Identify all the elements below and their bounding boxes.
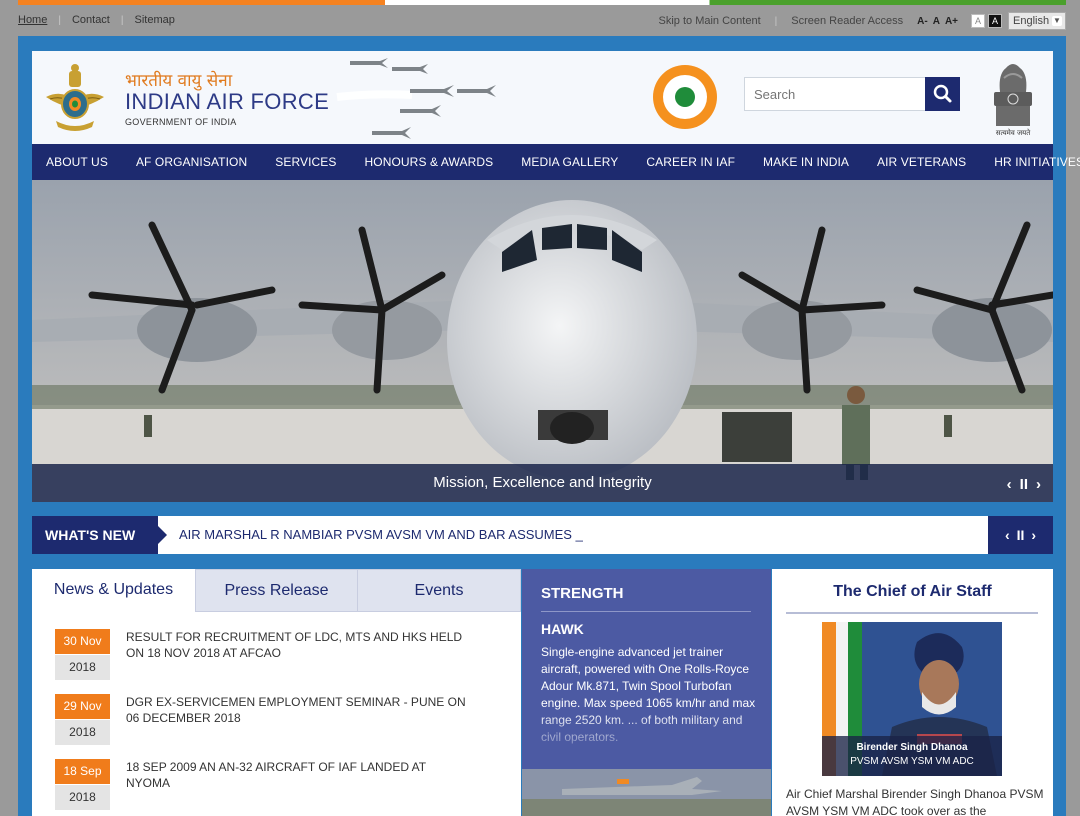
news-year: 2018 [55, 785, 110, 810]
nav-item-af-organisation[interactable]: AF ORGANISATION [122, 155, 261, 169]
chief-of-air-staff-panel: The Chief of Air Staff Birender Singh Dh… [772, 569, 1053, 816]
top-utility-bar: Home | Contact | Sitemap Skip to Main Co… [18, 10, 1066, 32]
hero-slider[interactable]: Mission, Excellence and Integrity ‹ II › [32, 180, 1053, 502]
contact-link[interactable]: Contact [72, 14, 110, 26]
main-nav: ABOUT US AF ORGANISATION SERVICES HONOUR… [32, 144, 1080, 180]
strength-panel: STRENGTH HAWK Single-engine advanced jet… [522, 569, 771, 816]
chevron-right-icon[interactable]: › [1036, 476, 1041, 493]
search-input[interactable] [744, 77, 926, 111]
skip-to-main-link[interactable]: Skip to Main Content [659, 15, 761, 27]
news-year: 2018 [55, 655, 110, 680]
screen-reader-link[interactable]: Screen Reader Access [791, 15, 903, 27]
tab-events[interactable]: Events [358, 569, 521, 612]
nav-item-services[interactable]: SERVICES [261, 155, 350, 169]
nav-item-career[interactable]: CAREER IN IAF [632, 155, 749, 169]
strength-title: STRENGTH [541, 585, 624, 602]
news-date: 29 Nov [55, 694, 110, 719]
tab-news-updates[interactable]: News & Updates [32, 569, 195, 612]
nav-item-air-veterans[interactable]: AIR VETERANS [863, 155, 980, 169]
separator: | [58, 14, 61, 26]
tab-press-release[interactable]: Press Release [195, 569, 358, 612]
divider [541, 611, 751, 612]
list-item[interactable]: 29 Nov 2018 DGR EX-SERVICEMEN EMPLOYMENT… [55, 694, 495, 748]
hero-caption: Mission, Excellence and Integrity [32, 464, 1053, 502]
separator: | [120, 14, 124, 26]
news-title[interactable]: RESULT FOR RECRUITMENT OF LDC, MTS AND H… [126, 629, 471, 661]
chief-name: Birender Singh Dhanoa [856, 742, 968, 753]
hero-slide-controls: ‹ II › [1007, 476, 1041, 493]
site-subtitle: GOVERNMENT OF INDIA [125, 117, 237, 127]
news-date: 30 Nov [55, 629, 110, 654]
whats-new-ticker: WHAT'S NEW AIR MARSHAL R NAMBIAR PVSM AV… [32, 516, 1053, 554]
light-contrast-button[interactable]: A [971, 14, 985, 28]
chevron-down-icon: ▼ [1052, 16, 1062, 26]
accessibility-controls: Skip to Main Content | Screen Reader Acc… [659, 12, 1066, 30]
news-title[interactable]: DGR EX-SERVICEMEN EMPLOYMENT SEMINAR - P… [126, 694, 471, 726]
font-decrease-button[interactable]: A- [917, 16, 928, 27]
chevron-left-icon[interactable]: ‹ [1007, 476, 1012, 493]
nav-item-make-in-india[interactable]: MAKE IN INDIA [749, 155, 863, 169]
language-select[interactable]: English ▼ [1008, 12, 1066, 30]
list-item[interactable]: 30 Nov 2018 RESULT FOR RECRUITMENT OF LD… [55, 629, 495, 683]
news-date: 18 Sep [55, 759, 110, 784]
aircraft-name[interactable]: HAWK [541, 621, 584, 637]
whats-new-label: WHAT'S NEW [32, 516, 167, 554]
divider [786, 612, 1038, 614]
hero-aircraft-image [32, 180, 1053, 502]
chevron-left-icon[interactable]: ‹ [1005, 527, 1010, 543]
iaf-roundel-icon [653, 65, 717, 129]
text-fade [522, 712, 771, 752]
font-increase-button[interactable]: A+ [945, 16, 958, 27]
pause-icon[interactable]: II [1017, 527, 1025, 543]
home-link[interactable]: Home [18, 14, 47, 26]
national-emblem-icon: सत्यमेव जयते [994, 64, 1032, 137]
font-normal-button[interactable]: A [933, 16, 940, 27]
dark-contrast-button[interactable]: A [988, 14, 1002, 28]
pause-icon[interactable]: II [1020, 476, 1028, 493]
nav-item-honours-awards[interactable]: HONOURS & AWARDS [351, 155, 508, 169]
chief-panel-title: The Chief of Air Staff [833, 583, 992, 600]
chevron-right-icon[interactable]: › [1031, 527, 1036, 543]
iaf-crest-icon[interactable] [42, 59, 108, 137]
separator: | [774, 15, 778, 27]
top-links: Home | Contact | Sitemap [18, 14, 175, 26]
portrait-caption: Birender Singh Dhanoa PVSM AVSM YSM VM A… [822, 736, 1002, 776]
emblem-motto: सत्यमेव जयते [996, 128, 1031, 137]
nav-item-hr-initiatives[interactable]: HR INITIATIVES [980, 155, 1080, 169]
search-icon [933, 84, 952, 103]
chief-honours: PVSM AVSM YSM VM ADC [850, 756, 974, 767]
site-title[interactable]: INDIAN AIR FORCE [125, 89, 329, 115]
ticker-controls: ‹ II › [988, 516, 1053, 554]
whats-new-text[interactable]: AIR MARSHAL R NAMBIAR PVSM AVSM VM AND B… [179, 516, 583, 554]
jets-formation-icon [336, 58, 496, 139]
tricolor-strip [18, 0, 1066, 5]
search-button[interactable] [925, 77, 960, 111]
news-year: 2018 [55, 720, 110, 745]
sitemap-link[interactable]: Sitemap [134, 14, 174, 26]
news-title[interactable]: 18 SEP 2009 AN AN-32 AIRCRAFT OF IAF LAN… [126, 759, 471, 791]
language-value: English [1013, 15, 1050, 27]
list-item[interactable]: 18 Sep 2018 18 SEP 2009 AN AN-32 AIRCRAF… [55, 759, 495, 813]
title-hindi: भारतीय वायु सेना [125, 71, 233, 91]
news-tabs: News & Updates Press Release Events [32, 569, 521, 612]
nav-item-about-us[interactable]: ABOUT US [32, 155, 122, 169]
nav-item-media-gallery[interactable]: MEDIA GALLERY [507, 155, 632, 169]
news-panel: News & Updates Press Release Events 30 N… [32, 569, 521, 816]
site-header: भारतीय वायु सेना INDIAN AIR FORCE GOVERN… [32, 51, 1053, 144]
chief-portrait[interactable]: Birender Singh Dhanoa PVSM AVSM YSM VM A… [822, 622, 1002, 776]
hawk-aircraft-image [522, 769, 771, 816]
chief-description: Air Chief Marshal Birender Singh Dhanoa … [786, 787, 1044, 816]
